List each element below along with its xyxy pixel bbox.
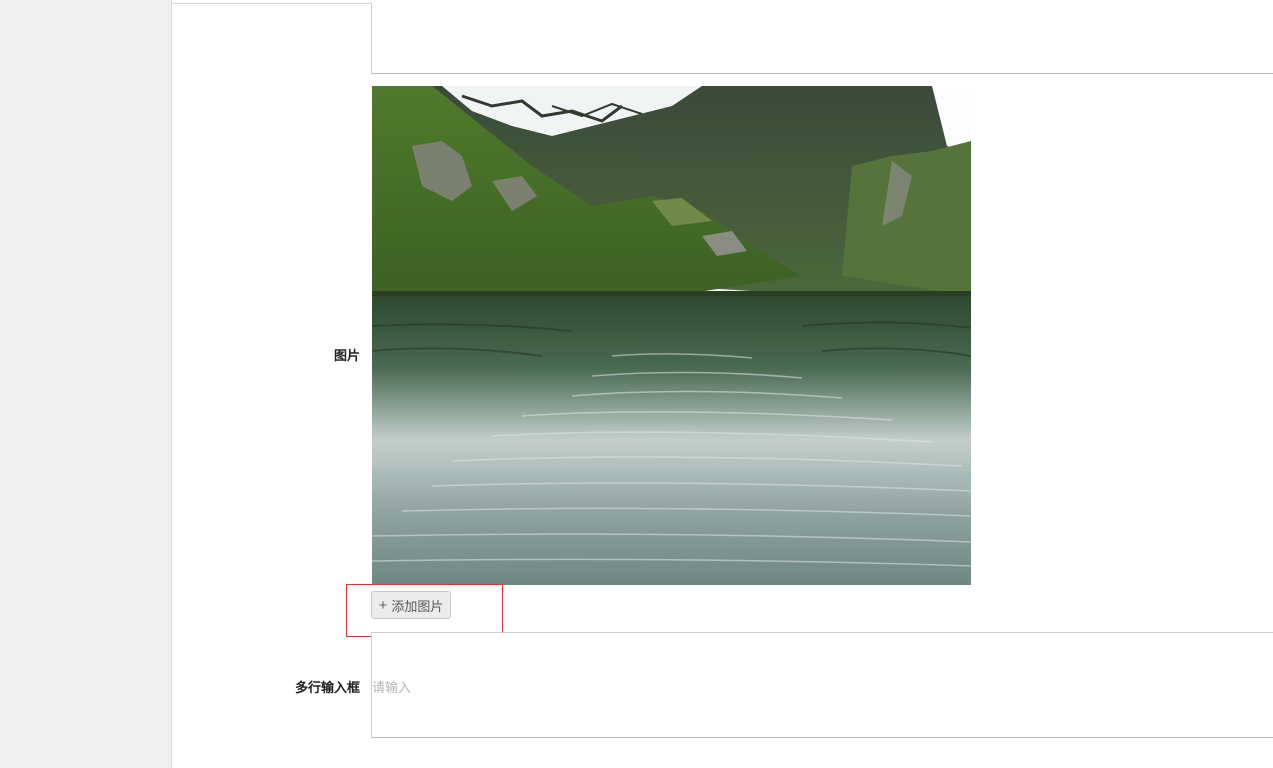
mountain-lake-image <box>372 86 971 585</box>
image-field-label: 图片 <box>333 349 360 364</box>
plus-icon: + <box>378 596 388 614</box>
sidebar <box>0 0 172 768</box>
previous-input-field[interactable] <box>371 3 1273 74</box>
image-preview[interactable] <box>372 86 971 585</box>
multiline-input[interactable] <box>371 632 1273 738</box>
add-image-button[interactable]: + 添加图片 <box>371 591 451 619</box>
page: 图片 + 添加图片 多行输入框 请输入 <box>0 0 1273 768</box>
textarea-field-label: 多行输入框 <box>294 681 360 696</box>
add-image-button-label: 添加图片 <box>391 598 444 614</box>
